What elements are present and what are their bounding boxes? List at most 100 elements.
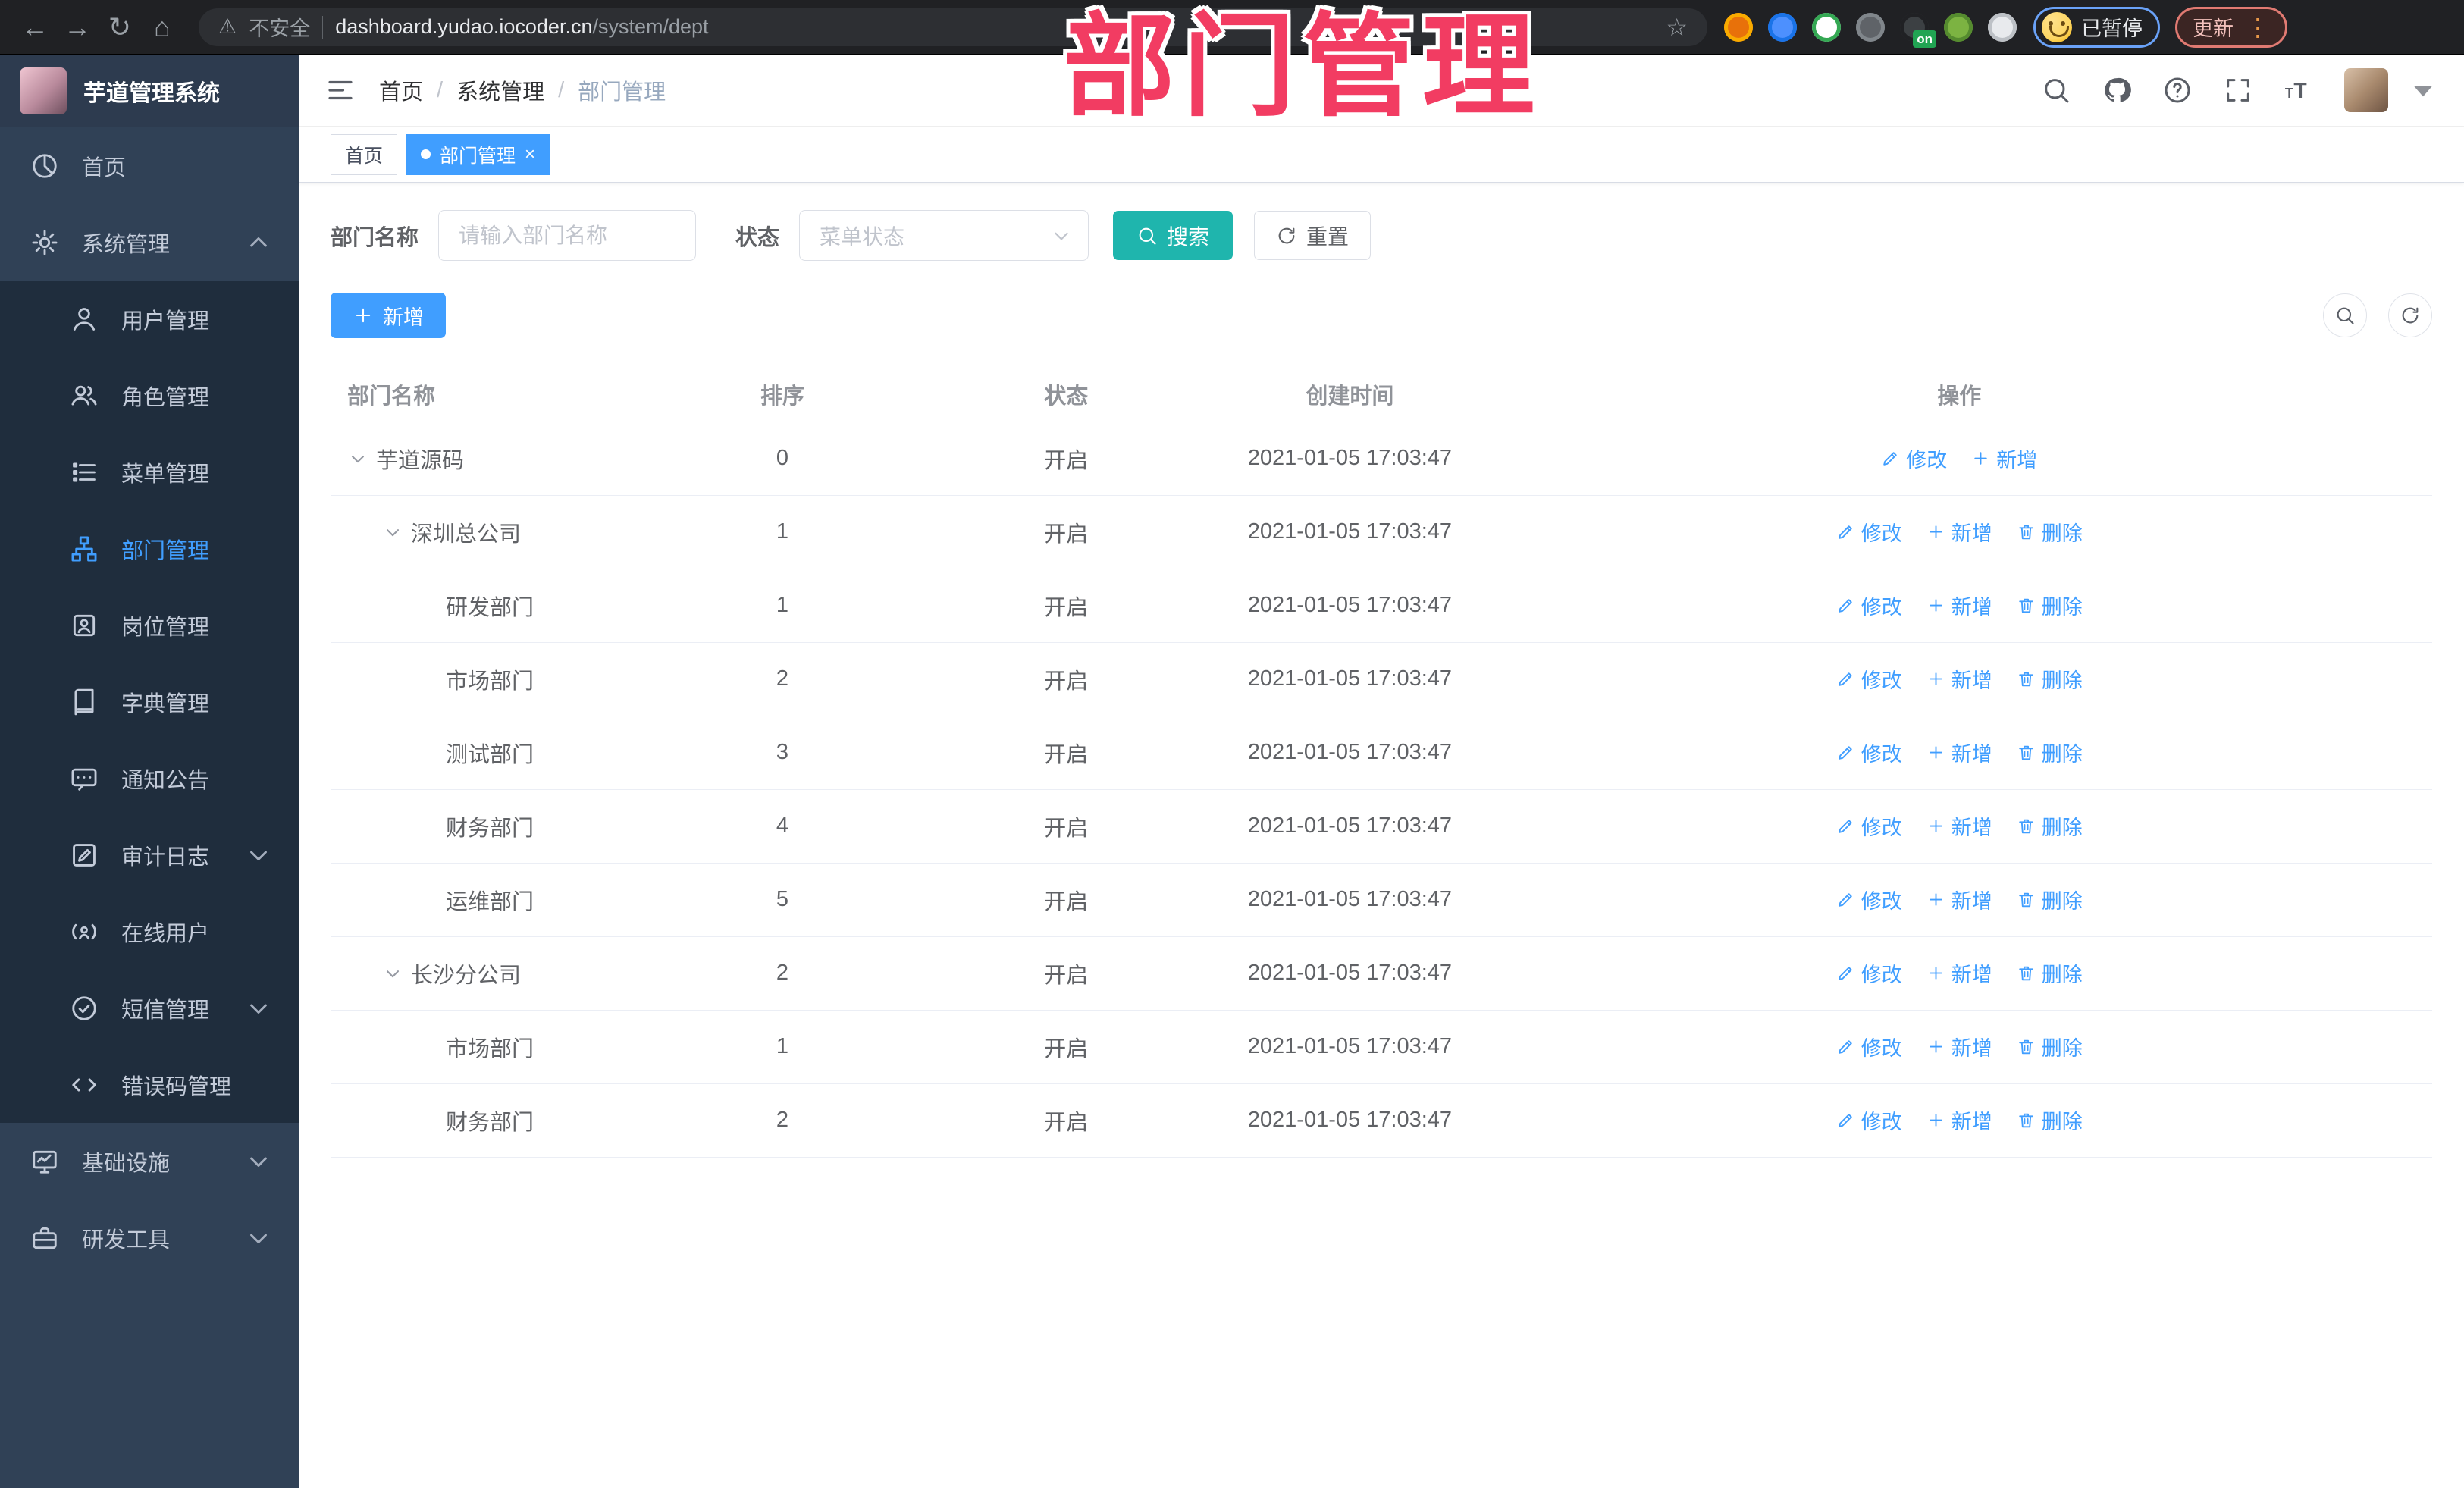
- sidebar-item-角色管理[interactable]: 角色管理: [0, 357, 299, 434]
- action-修改[interactable]: 修改: [1836, 1105, 1902, 1135]
- action-新增[interactable]: 新增: [1926, 958, 1992, 988]
- extension-lime-key-icon[interactable]: [1944, 12, 1973, 42]
- breadcrumb-item-系统管理[interactable]: 系统管理: [456, 74, 544, 106]
- action-新增[interactable]: 新增: [1926, 517, 1992, 547]
- extension-puzzle-icon[interactable]: [1988, 12, 2017, 42]
- sidebar-item-label: 系统管理: [82, 232, 171, 257]
- action-新增[interactable]: 新增: [1926, 664, 1992, 694]
- action-新增[interactable]: 新增: [1926, 738, 1992, 767]
- action-删除[interactable]: 删除: [2017, 811, 2083, 841]
- sidebar-item-部门管理[interactable]: 部门管理: [0, 510, 299, 587]
- action-删除[interactable]: 删除: [2017, 958, 2083, 988]
- dept-name: 长沙分公司: [411, 963, 522, 988]
- hamburger-icon[interactable]: [324, 74, 356, 106]
- action-修改[interactable]: 修改: [1836, 885, 1902, 914]
- extension-grid-icon[interactable]: [1856, 12, 1885, 42]
- svg-text:T: T: [2293, 79, 2306, 103]
- action-修改[interactable]: 修改: [1836, 958, 1902, 988]
- refresh-table-button[interactable]: [2388, 293, 2432, 337]
- action-删除[interactable]: 删除: [2017, 664, 2083, 694]
- add-button[interactable]: 新增: [331, 293, 446, 338]
- action-新增[interactable]: 新增: [1971, 444, 2037, 473]
- action-修改[interactable]: 修改: [1836, 1032, 1902, 1061]
- action-修改[interactable]: 修改: [1836, 738, 1902, 767]
- dept-name-cell: 市场部门: [347, 663, 646, 695]
- action-label: 修改: [1861, 1110, 1902, 1133]
- action-新增[interactable]: 新增: [1926, 811, 1992, 841]
- sidebar-item-字典管理[interactable]: 字典管理: [0, 663, 299, 740]
- reload-icon[interactable]: ↻: [99, 6, 141, 49]
- action-label: 新增: [1951, 963, 1992, 986]
- bookmark-star-icon[interactable]: ☆: [1666, 13, 1688, 42]
- back-icon[interactable]: ←: [14, 6, 56, 49]
- font-size-icon[interactable]: TT: [2284, 75, 2314, 105]
- sidebar-item-审计日志[interactable]: 审计日志: [0, 817, 299, 893]
- dept-name: 市场部门: [446, 1036, 534, 1061]
- sidebar-item-岗位管理[interactable]: 岗位管理: [0, 587, 299, 663]
- action-label: 修改: [1861, 816, 1902, 839]
- status-value: 开启: [919, 863, 1214, 937]
- app-logo-row[interactable]: 芋道管理系统: [0, 55, 299, 127]
- action-删除[interactable]: 删除: [2017, 738, 2083, 767]
- sidebar-item-用户管理[interactable]: 用户管理: [0, 281, 299, 357]
- action-修改[interactable]: 修改: [1836, 591, 1902, 620]
- action-修改[interactable]: 修改: [1836, 664, 1902, 694]
- search-icon[interactable]: [2041, 75, 2071, 105]
- close-icon[interactable]: ×: [525, 145, 535, 164]
- status-select[interactable]: 菜单状态: [799, 210, 1089, 261]
- browser-menu-dots-icon[interactable]: ⋮: [2246, 13, 2270, 42]
- tab-部门管理[interactable]: 部门管理 ×: [406, 133, 550, 175]
- search-button[interactable]: 搜索: [1113, 211, 1234, 260]
- dept-name-cell: 深圳总公司: [347, 516, 646, 548]
- tab-首页[interactable]: 首页: [331, 133, 398, 175]
- caret-down-icon[interactable]: [2408, 75, 2438, 105]
- expand-arrow-icon[interactable]: [347, 448, 368, 469]
- security-label[interactable]: 不安全: [249, 12, 310, 42]
- action-新增[interactable]: 新增: [1926, 1105, 1992, 1135]
- reset-button[interactable]: 重置: [1254, 211, 1372, 260]
- address-bar[interactable]: ⚠ 不安全 dashboard.yudao.iocoder.cn/system/…: [199, 8, 1707, 46]
- action-删除[interactable]: 删除: [2017, 591, 2083, 620]
- action-新增[interactable]: 新增: [1926, 885, 1992, 914]
- action-删除[interactable]: 删除: [2017, 1032, 2083, 1061]
- sidebar-item-通知公告[interactable]: 通知公告: [0, 740, 299, 817]
- forward-icon[interactable]: →: [56, 6, 99, 49]
- sidebar-item-错误码管理[interactable]: 错误码管理: [0, 1046, 299, 1123]
- url-text[interactable]: dashboard.yudao.iocoder.cn/system/dept: [335, 15, 708, 39]
- toggle-search-button[interactable]: [2323, 293, 2367, 337]
- action-删除[interactable]: 删除: [2017, 885, 2083, 914]
- github-icon[interactable]: [2102, 75, 2132, 105]
- action-删除[interactable]: 删除: [2017, 517, 2083, 547]
- fullscreen-icon[interactable]: [2223, 75, 2253, 105]
- profile-paused-chip[interactable]: 已暂停: [2033, 6, 2160, 48]
- sidebar-item-短信管理[interactable]: 短信管理: [0, 970, 299, 1046]
- sidebar-item-在线用户[interactable]: 在线用户: [0, 893, 299, 970]
- row-actions: 修改 新增 删除: [1486, 1083, 2432, 1158]
- sidebar-item-系统管理[interactable]: 系统管理: [0, 204, 299, 281]
- action-新增[interactable]: 新增: [1926, 1032, 1992, 1061]
- expand-arrow-icon[interactable]: [382, 522, 403, 543]
- user-avatar[interactable]: [2344, 68, 2388, 112]
- action-修改[interactable]: 修改: [1881, 444, 1947, 473]
- breadcrumb-item-首页[interactable]: 首页: [379, 74, 423, 106]
- action-修改[interactable]: 修改: [1836, 517, 1902, 547]
- dept-name-cell: 财务部门: [347, 1105, 646, 1136]
- action-修改[interactable]: 修改: [1836, 811, 1902, 841]
- sidebar-item-研发工具[interactable]: 研发工具: [0, 1199, 299, 1276]
- sidebar-item-基础设施[interactable]: 基础设施: [0, 1123, 299, 1199]
- expand-arrow-icon[interactable]: [382, 963, 403, 984]
- action-删除[interactable]: 删除: [2017, 1105, 2083, 1135]
- breadcrumb: 首页 / 系统管理 / 部门管理: [379, 74, 666, 106]
- extension-blue-gem-icon[interactable]: [1768, 12, 1797, 42]
- extension-green-check-icon[interactable]: [1812, 12, 1841, 42]
- sidebar-item-菜单管理[interactable]: 菜单管理: [0, 434, 299, 510]
- extension-orange-icon[interactable]: [1724, 12, 1753, 42]
- dept-name-input[interactable]: [438, 210, 697, 261]
- sidebar-item-首页[interactable]: 首页: [0, 127, 299, 204]
- help-icon[interactable]: [2162, 75, 2193, 105]
- browser-update-button[interactable]: 更新 ⋮: [2175, 6, 2287, 48]
- action-新增[interactable]: 新增: [1926, 591, 1992, 620]
- svg-text:T: T: [2285, 85, 2293, 101]
- home-icon[interactable]: ⌂: [141, 6, 183, 49]
- extension-dark-on-icon[interactable]: on: [1900, 12, 1936, 48]
